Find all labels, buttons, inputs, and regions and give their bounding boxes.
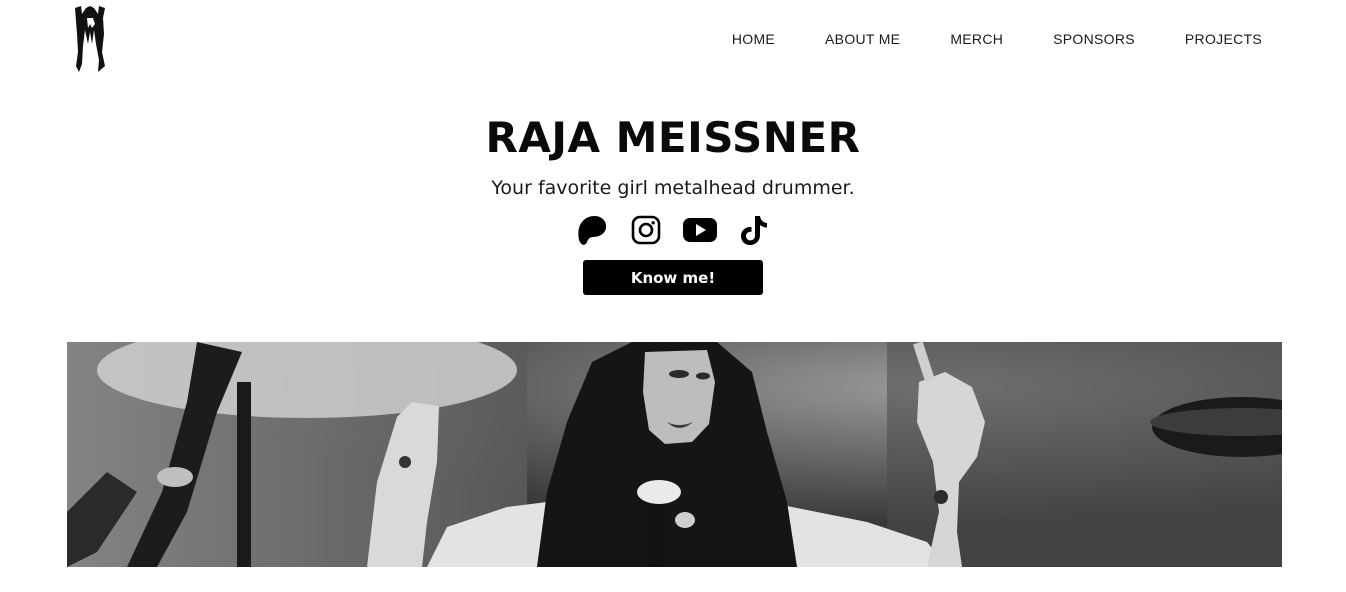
patreon-link[interactable] [574, 212, 610, 248]
main-nav: HOME ABOUT ME MERCH SPONSORS PROJECTS [732, 30, 1262, 48]
mr-monogram-logo[interactable] [72, 4, 108, 74]
hero-photo-banner [67, 342, 1282, 567]
tiktok-link[interactable] [736, 212, 772, 248]
patreon-icon [578, 216, 607, 245]
nav-about-me[interactable]: ABOUT ME [825, 30, 900, 48]
page: HOME ABOUT ME MERCH SPONSORS PROJECTS RA… [0, 0, 1346, 592]
instagram-link[interactable] [628, 212, 664, 248]
tiktok-icon [741, 216, 767, 245]
youtube-icon [683, 218, 717, 242]
nav-projects[interactable]: PROJECTS [1185, 30, 1262, 48]
know-me-button[interactable]: Know me! [583, 260, 763, 295]
instagram-icon [631, 215, 661, 245]
hero-section: RAJA MEISSNER Your favorite girl metalhe… [0, 110, 1346, 295]
social-links [0, 212, 1346, 248]
site-header: HOME ABOUT ME MERCH SPONSORS PROJECTS [0, 0, 1346, 80]
nav-home[interactable]: HOME [732, 30, 775, 48]
nav-merch[interactable]: MERCH [950, 30, 1003, 48]
nav-sponsors[interactable]: SPONSORS [1053, 30, 1135, 48]
drummer-photo [67, 342, 1282, 567]
hero-subtitle: Your favorite girl metalhead drummer. [491, 177, 855, 199]
youtube-link[interactable] [682, 212, 718, 248]
page-title: RAJA MEISSNER [485, 113, 861, 162]
